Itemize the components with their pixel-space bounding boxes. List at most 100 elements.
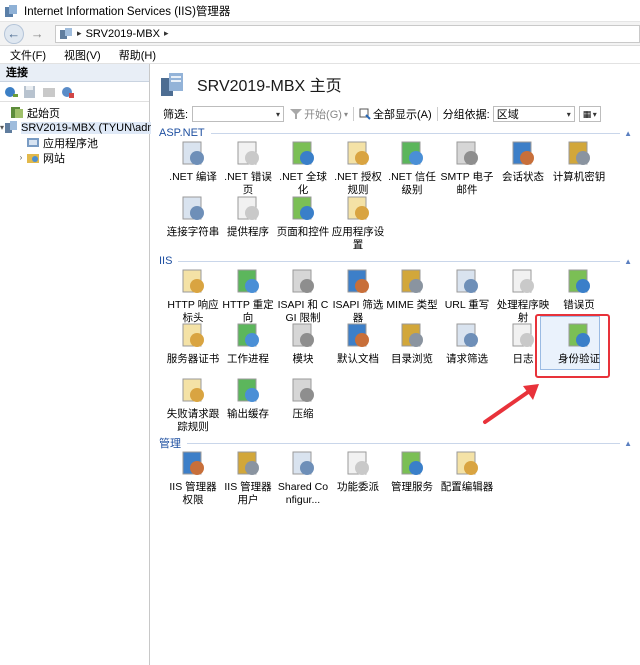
- group-divider: [210, 132, 621, 134]
- tree-item-label: 应用程序池: [43, 137, 98, 150]
- feature-tile[interactable]: 会话状态: [495, 138, 551, 184]
- feature-tile[interactable]: 服务器证书: [165, 320, 221, 366]
- feature-tile[interactable]: 配置编辑器: [439, 448, 495, 494]
- feature-tile-label: 身份验证: [558, 353, 600, 365]
- feature-tile[interactable]: 日志: [495, 320, 551, 366]
- feature-tile[interactable]: 提供程序: [220, 193, 276, 239]
- menu-help[interactable]: 帮助(H): [119, 47, 156, 63]
- feature-tile[interactable]: IIS 管理器用户: [220, 448, 276, 507]
- feature-tile[interactable]: 请求筛选: [439, 320, 495, 366]
- filter-input[interactable]: ▾: [192, 106, 285, 122]
- feature-tile-label: 服务器证书: [166, 353, 220, 365]
- feature-tile[interactable]: 功能委派: [330, 448, 386, 494]
- feature-tile[interactable]: .NET 错误页: [220, 138, 276, 197]
- feature-icon: [182, 451, 204, 475]
- start-filter-label: 开始(G): [304, 109, 342, 121]
- feature-tile[interactable]: MIME 类型: [384, 266, 440, 312]
- feature-tile[interactable]: 默认文档: [330, 320, 386, 366]
- feature-tile[interactable]: 管理服务: [384, 448, 440, 494]
- feature-icon: [347, 451, 369, 475]
- feature-tile[interactable]: IIS 管理器权限: [165, 448, 221, 507]
- feature-tile[interactable]: .NET 授权规则: [330, 138, 386, 197]
- connections-tree: 起始页 ▾ SRV2019-MBX (TYUN\adm 应用程序池 › 网站: [0, 102, 157, 165]
- feature-tile[interactable]: 页面和控件: [275, 193, 331, 239]
- back-button[interactable]: ←: [4, 23, 24, 44]
- view-mode-button[interactable]: ▦ ▾: [578, 106, 601, 122]
- feature-tile[interactable]: HTTP 响应标头: [165, 266, 221, 325]
- feature-tile[interactable]: 应用程序设置: [330, 193, 386, 252]
- group-by-select[interactable]: 区域 ▾: [492, 106, 575, 122]
- feature-icon: [292, 323, 314, 347]
- feature-tile-label: 会话状态: [502, 171, 544, 183]
- feature-tile[interactable]: 处理程序映射: [495, 266, 551, 325]
- show-all-button[interactable]: 全部显示(A): [359, 106, 432, 122]
- menu-file[interactable]: 文件(F): [10, 47, 46, 63]
- feature-tile[interactable]: SMTP 电子邮件: [439, 138, 495, 197]
- feature-tile[interactable]: 失败请求跟踪规则: [165, 375, 221, 434]
- up-folder-icon[interactable]: [41, 85, 57, 99]
- start-page-icon: [11, 107, 23, 118]
- tree-item-label: 起始页: [27, 107, 60, 120]
- feature-tile[interactable]: 压缩: [275, 375, 331, 421]
- tree-item-server[interactable]: ▾ SRV2019-MBX (TYUN\adm: [0, 120, 157, 135]
- tree-item-app-pools[interactable]: 应用程序池: [0, 135, 149, 150]
- feature-icon: [237, 451, 259, 475]
- feature-tile[interactable]: 错误页: [551, 266, 607, 312]
- tree-item-sites[interactable]: › 网站: [0, 150, 149, 165]
- forward-button[interactable]: →: [28, 24, 48, 44]
- server-home-icon: [161, 73, 183, 96]
- feature-icon: [292, 451, 314, 475]
- feature-tile-label: .NET 信任级别: [388, 171, 436, 196]
- feature-tile[interactable]: 工作进程: [220, 320, 276, 366]
- expand-icon[interactable]: ›: [16, 153, 26, 162]
- feature-tile[interactable]: .NET 全球化: [275, 138, 331, 197]
- feature-tile[interactable]: 身份验证: [551, 320, 607, 366]
- feature-icon: [182, 196, 204, 220]
- collapse-icon[interactable]: ▲: [624, 439, 632, 448]
- tree-item-label: SRV2019-MBX (TYUN\adm: [21, 121, 157, 134]
- collapse-icon[interactable]: ▲: [624, 129, 632, 138]
- feature-tile[interactable]: 目录浏览: [384, 320, 440, 366]
- group-divider: [187, 442, 621, 444]
- funnel-icon: [290, 109, 303, 119]
- feature-tile-label: .NET 编译: [169, 171, 217, 183]
- show-all-icon: [359, 108, 371, 120]
- feature-icon: [456, 323, 478, 347]
- feature-tile[interactable]: 计算机密钥: [551, 138, 607, 184]
- feature-icon: [292, 378, 314, 402]
- save-icon[interactable]: [22, 85, 38, 99]
- feature-icon: [456, 269, 478, 293]
- feature-tile-label: 目录浏览: [391, 353, 433, 365]
- group-by-label: 分组依据:: [442, 109, 490, 121]
- feature-tile[interactable]: 模块: [275, 320, 331, 366]
- feature-icon: [347, 141, 369, 165]
- feature-tile[interactable]: ISAPI 筛选器: [330, 266, 386, 325]
- collapse-icon[interactable]: ▲: [624, 257, 632, 266]
- connect-icon[interactable]: [3, 85, 19, 99]
- refresh-connection-icon[interactable]: [60, 85, 76, 99]
- feature-tile[interactable]: ISAPI 和 CGI 限制: [275, 266, 331, 325]
- server-icon: [60, 27, 73, 39]
- feature-icon: [512, 323, 534, 347]
- address-field[interactable]: ▸ SRV2019-MBX ▸: [55, 24, 640, 43]
- feature-icon: [292, 196, 314, 220]
- tree-item-start-page[interactable]: 起始页: [0, 105, 149, 120]
- feature-tile[interactable]: Shared Configur...: [275, 448, 331, 507]
- iis-app-icon: [5, 4, 17, 17]
- feature-tile-label: 配置编辑器: [440, 481, 494, 493]
- start-filter-button[interactable]: 开始(G) ▾: [290, 106, 348, 122]
- feature-tile-label: SMTP 电子邮件: [440, 171, 494, 196]
- feature-tile-label: 压缩: [292, 408, 314, 420]
- feature-tile[interactable]: 连接字符串: [165, 193, 221, 239]
- feature-tile-label: 默认文档: [337, 353, 379, 365]
- feature-tile[interactable]: URL 重写: [439, 266, 495, 312]
- feature-icon: [456, 451, 478, 475]
- feature-tile[interactable]: HTTP 重定向: [220, 266, 276, 325]
- feature-tile-label: Shared Configur...: [277, 481, 329, 506]
- feature-tile[interactable]: 输出缓存: [220, 375, 276, 421]
- feature-tile-label: 日志: [512, 353, 534, 365]
- connections-header: 连接: [0, 64, 149, 82]
- feature-tile[interactable]: .NET 编译: [165, 138, 221, 184]
- menu-view[interactable]: 视图(V): [64, 47, 101, 63]
- feature-tile[interactable]: .NET 信任级别: [384, 138, 440, 197]
